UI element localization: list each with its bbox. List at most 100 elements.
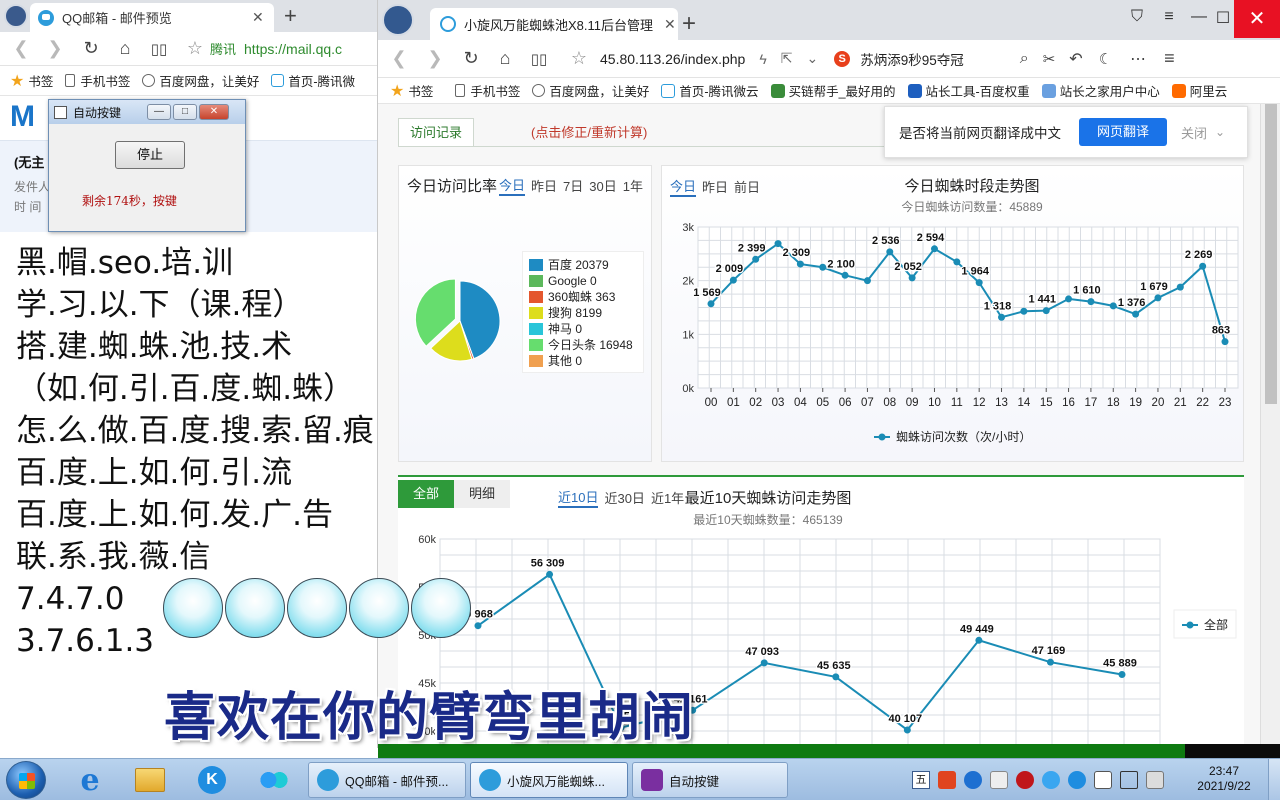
lightning-icon[interactable]: ϟ bbox=[759, 51, 766, 67]
shirt-icon[interactable]: ⛉ bbox=[1122, 8, 1152, 26]
network-icon[interactable] bbox=[1146, 771, 1164, 789]
range-tab-30d[interactable]: 30日 bbox=[589, 176, 616, 195]
speaker-icon[interactable] bbox=[1120, 771, 1138, 789]
menu-lines-icon[interactable]: ≡ bbox=[1154, 8, 1184, 26]
bookmark-item[interactable]: ★ 书签 bbox=[10, 71, 53, 91]
range-tab-1y[interactable]: 1年 bbox=[623, 176, 643, 195]
more-icon[interactable]: ⋯ bbox=[1130, 49, 1146, 69]
scrollbar-thumb[interactable] bbox=[1265, 104, 1277, 404]
bookmark-item[interactable]: 阿里云 bbox=[1171, 81, 1227, 100]
bookmark-item[interactable]: 站长工具-百度权重 bbox=[907, 81, 1030, 100]
data-point bbox=[1132, 310, 1140, 318]
range-tab-today[interactable]: 今日 bbox=[499, 175, 526, 196]
new-tab-icon[interactable]: + bbox=[284, 3, 297, 29]
legend-item[interactable]: 百度 20379 bbox=[529, 257, 637, 273]
ie-icon[interactable]: e bbox=[64, 762, 116, 798]
clock-date: 2021/9/22 bbox=[1197, 779, 1251, 793]
forward-icon[interactable]: ❯ bbox=[44, 38, 66, 59]
translate-button[interactable]: 网页翻译 bbox=[1079, 118, 1167, 146]
star-icon[interactable]: ☆ bbox=[184, 38, 206, 59]
close-button[interactable]: ✕ bbox=[199, 104, 229, 120]
bookmark-item[interactable]: 百度网盘，让美好 bbox=[142, 71, 259, 90]
legend-item[interactable]: 神马 0 bbox=[529, 321, 637, 337]
usb-icon[interactable] bbox=[1094, 771, 1112, 789]
taskbar-window-spider-pool[interactable]: 小旋风万能蜘蛛... bbox=[470, 762, 628, 798]
night-mode-icon[interactable]: ☾ bbox=[1099, 50, 1112, 68]
show-desktop-button[interactable] bbox=[1268, 759, 1280, 800]
recalculate-link[interactable]: (点击修正/重新计算) bbox=[531, 122, 647, 141]
wechat-icon[interactable] bbox=[990, 771, 1008, 789]
reading-list-icon[interactable]: ▯▯ bbox=[148, 40, 170, 58]
record-icon[interactable] bbox=[1016, 771, 1034, 789]
legend-item[interactable]: 360蜘蛛 363 bbox=[529, 289, 637, 305]
translate-close-link[interactable]: 关闭 bbox=[1181, 123, 1207, 142]
user-avatar[interactable] bbox=[382, 4, 414, 36]
file-explorer-icon[interactable] bbox=[124, 762, 176, 798]
reading-list-icon[interactable]: ▯▯ bbox=[528, 50, 550, 68]
kugou-icon[interactable]: K bbox=[186, 762, 238, 798]
search-engine-icon[interactable]: S bbox=[834, 50, 851, 67]
app-icon bbox=[54, 105, 67, 119]
stop-button[interactable]: 停止 bbox=[115, 141, 185, 169]
bookmark-item[interactable]: 首页-腾讯微云 bbox=[661, 81, 759, 100]
y-tick-label: 60k bbox=[418, 534, 436, 546]
window-close-button[interactable]: ✕ bbox=[1234, 0, 1280, 38]
home-icon[interactable]: ⌂ bbox=[494, 48, 516, 69]
legend-item[interactable]: 其他 0 bbox=[529, 353, 637, 369]
legend-swatch bbox=[529, 355, 543, 367]
tab-visit-records[interactable]: 访问记录 bbox=[398, 118, 474, 146]
back-icon[interactable]: ❮ bbox=[388, 48, 410, 69]
legend-item[interactable]: 今日头条 16948 bbox=[529, 337, 637, 353]
bookmark-item[interactable]: 百度网盘，让美好 bbox=[532, 81, 649, 100]
start-button[interactable] bbox=[6, 761, 46, 799]
forward-icon[interactable]: ❯ bbox=[424, 48, 446, 69]
url-field[interactable]: 45.80.113.26/index.php bbox=[600, 51, 745, 67]
bookmark-item[interactable]: 首页-腾讯微 bbox=[271, 71, 355, 90]
taskbar-window-qq-mail[interactable]: QQ邮箱 - 邮件预... bbox=[308, 762, 466, 798]
data-point bbox=[796, 260, 804, 268]
bookmark-item[interactable]: 手机书签 bbox=[455, 81, 520, 100]
tray-app-icon[interactable] bbox=[938, 771, 956, 789]
baidu-netdisk-icon[interactable] bbox=[248, 762, 300, 798]
legend-item[interactable]: Google 0 bbox=[529, 273, 637, 289]
url-field[interactable]: https://mail.qq.c bbox=[244, 41, 342, 57]
translate-popup: 是否将当前网页翻译成中文 网页翻译 关闭 ⌄ bbox=[884, 106, 1248, 158]
undo-icon[interactable]: ↶ bbox=[1069, 49, 1082, 69]
teamviewer-icon[interactable] bbox=[964, 771, 982, 789]
vertical-scrollbar[interactable] bbox=[1260, 104, 1280, 748]
new-tab-icon[interactable]: + bbox=[682, 10, 696, 38]
range-tab-yesterday[interactable]: 昨日 bbox=[531, 176, 557, 195]
close-tab-icon[interactable]: ✕ bbox=[664, 16, 676, 33]
range-tab-7d[interactable]: 7日 bbox=[563, 176, 583, 195]
taskbar-window-auto-key[interactable]: 自动按键 bbox=[632, 762, 788, 798]
search-icon[interactable]: ⌕ bbox=[1020, 50, 1029, 68]
kugou-tray-icon[interactable] bbox=[1068, 771, 1086, 789]
pie-panel-title: 今日访问比率 bbox=[407, 178, 498, 195]
search-box[interactable]: 苏炳添9秒95夺冠 bbox=[860, 49, 964, 69]
star-icon[interactable]: ☆ bbox=[568, 48, 590, 69]
bookmark-item[interactable]: ★ 书签 bbox=[390, 81, 433, 101]
back-icon[interactable]: ❮ bbox=[10, 38, 32, 59]
close-tab-icon[interactable]: ✕ bbox=[252, 9, 264, 26]
bookmark-item[interactable]: 手机书签 bbox=[65, 71, 130, 90]
reload-icon[interactable]: ↻ bbox=[460, 48, 482, 69]
legend-label: 其他 0 bbox=[548, 354, 583, 368]
hamburger-menu-icon[interactable]: ≡ bbox=[1164, 48, 1175, 69]
system-clock[interactable]: 23:47 2021/9/22 bbox=[1184, 764, 1264, 794]
chevron-down-icon[interactable]: ⌄ bbox=[1215, 125, 1225, 139]
tab-qq-mail[interactable]: QQ邮箱 - 邮件预览 ✕ bbox=[30, 3, 274, 32]
legend-item[interactable]: 搜狗 8199 bbox=[529, 305, 637, 321]
home-icon[interactable]: ⌂ bbox=[114, 38, 136, 59]
bookmark-item[interactable]: 买链帮手_最好用的 bbox=[770, 81, 896, 100]
ime-indicator[interactable]: 五 bbox=[912, 771, 930, 789]
share-icon[interactable]: ⇱ bbox=[781, 50, 793, 67]
chevron-down-icon[interactable]: ⌄ bbox=[806, 50, 818, 67]
bookmark-item[interactable]: 站长之家用户中心 bbox=[1041, 81, 1160, 100]
qq-icon[interactable] bbox=[1042, 771, 1060, 789]
scissors-icon[interactable]: ✂ bbox=[1043, 50, 1056, 68]
reload-icon[interactable]: ↻ bbox=[80, 38, 102, 59]
minimize-button[interactable]: — bbox=[147, 104, 171, 120]
maximize-button[interactable]: □ bbox=[173, 104, 197, 120]
user-avatar[interactable] bbox=[4, 4, 28, 28]
tab-spider-pool-admin[interactable]: 小旋风万能蜘蛛池X8.11后台管理 ✕ bbox=[430, 8, 678, 40]
